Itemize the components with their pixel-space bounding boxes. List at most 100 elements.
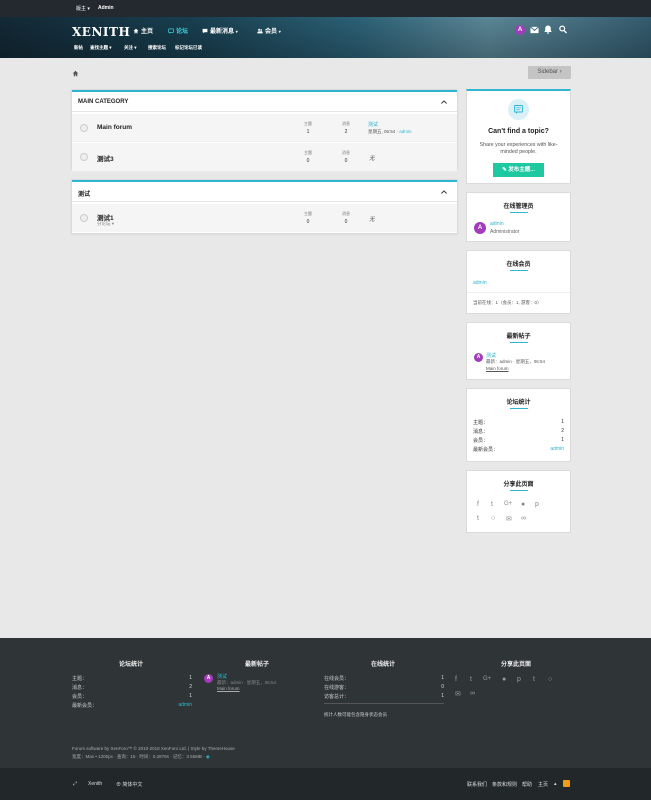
- staff-avatar[interactable]: A: [474, 222, 486, 234]
- category-title[interactable]: 测试: [78, 189, 90, 198]
- facebook-icon[interactable]: f: [455, 676, 457, 683]
- arrow-up-icon[interactable]: ▴: [554, 781, 557, 787]
- footer-stat-value[interactable]: admin: [178, 702, 192, 708]
- threads-count: 1: [306, 129, 310, 135]
- link-icon[interactable]: ∞: [470, 690, 475, 697]
- forum-stats-widget: 论坛统计 主题： 1 消息： 2 会员： 1 最新会员： admin: [466, 388, 571, 462]
- title-underline: [510, 490, 528, 491]
- debug-icon[interactable]: ◉: [206, 754, 210, 759]
- nav-whats-new[interactable]: 最新消息 ▾: [202, 26, 238, 35]
- category-header: 测试: [72, 180, 457, 202]
- online-stats: 当前在线：1（会员：1, 游客：0）: [473, 300, 542, 305]
- nav-home[interactable]: 主页: [133, 26, 153, 35]
- forum-row: 测试1 分论坛 ▾ 主题 0 消息 0 无: [72, 204, 457, 232]
- staff-name[interactable]: admin: [490, 221, 504, 227]
- email-icon[interactable]: ✉: [455, 690, 461, 698]
- nav-forums[interactable]: 论坛: [168, 26, 188, 35]
- style-chooser[interactable]: Xenith: [88, 781, 102, 787]
- footer-post-avatar[interactable]: A: [204, 674, 213, 683]
- subnav-mark-read[interactable]: 标记论坛已读: [175, 45, 202, 51]
- forum-title[interactable]: 测试3: [97, 153, 114, 163]
- home-link[interactable]: 主页: [538, 781, 548, 788]
- tumblr-icon[interactable]: t: [477, 515, 479, 522]
- whatsapp-icon[interactable]: ○: [491, 515, 495, 522]
- globe-icon: ⊕: [116, 782, 122, 788]
- widget-title: 在线管理员: [503, 204, 534, 210]
- copyright: Forum software by XenForo™ © 2010-2018 X…: [72, 746, 235, 751]
- link-icon[interactable]: ∞: [521, 515, 526, 522]
- post-thread-label: 发布主题...: [508, 167, 535, 173]
- cant-find-widget: Can't find a topic? Share your experienc…: [466, 89, 571, 184]
- footer-stat: 主题： 1: [72, 675, 192, 682]
- category-header: MAIN CATEGORY: [72, 90, 457, 112]
- post-avatar[interactable]: A: [474, 353, 483, 362]
- user-avatar[interactable]: A: [515, 25, 525, 35]
- footer-latest-forum[interactable]: Main forum: [217, 686, 240, 691]
- chevron-up-icon[interactable]: [441, 100, 447, 104]
- category-main: MAIN CATEGORY Main forum 主题 1 消息 2 测试 星期…: [71, 89, 458, 171]
- messages-label: 消息: [342, 121, 350, 126]
- expand-icon[interactable]: ⤢: [73, 781, 77, 787]
- title-underline: [510, 408, 528, 409]
- latest-post-title[interactable]: 测试: [486, 352, 496, 359]
- site-logo[interactable]: XENITH: [72, 25, 130, 39]
- subforum-link[interactable]: 分论坛 ▾: [97, 221, 114, 227]
- pinterest-icon[interactable]: p: [517, 676, 521, 683]
- nav-forums-label: 论坛: [176, 29, 189, 35]
- twitter-icon[interactable]: t: [470, 676, 472, 683]
- nav-members[interactable]: 会员 ▾: [257, 26, 281, 35]
- email-icon[interactable]: ✉: [506, 515, 512, 523]
- reddit-icon[interactable]: ●: [502, 676, 506, 683]
- forum-status-icon: [80, 153, 88, 161]
- footer-latest-post[interactable]: 测试: [217, 673, 227, 680]
- footer-latest-title: 最新帖子: [244, 662, 269, 668]
- staff-role: Administrator: [490, 229, 520, 235]
- whatsapp-icon[interactable]: ○: [548, 676, 552, 683]
- chevron-right-icon: ›: [559, 69, 562, 75]
- language-chooser[interactable]: ⊕ 简体中文: [116, 781, 142, 788]
- subnav-search-forums[interactable]: 搜索论坛: [148, 45, 166, 51]
- admin-link[interactable]: Admin: [98, 5, 114, 11]
- latest-post-forum[interactable]: Main forum: [486, 366, 509, 371]
- forum-title[interactable]: Main forum: [97, 124, 132, 131]
- bell-icon[interactable]: [544, 25, 552, 34]
- last-post-title[interactable]: 测试: [368, 121, 378, 128]
- footer-stat-value: 1: [189, 675, 192, 681]
- search-icon[interactable]: [559, 25, 567, 34]
- contact-link[interactable]: 联系我们: [467, 781, 487, 788]
- chevron-down-icon: ▾: [235, 29, 238, 34]
- subnav-watched[interactable]: 关注 ▾: [124, 45, 137, 51]
- footer-online-label: 访客总计：: [324, 694, 350, 700]
- home-icon[interactable]: [72, 70, 79, 77]
- google-plus-icon[interactable]: G+: [483, 676, 491, 682]
- online-member-name[interactable]: admin: [473, 280, 487, 286]
- terms-link[interactable]: 条款和规则: [492, 781, 517, 788]
- moderator-menu[interactable]: 版主 ▾: [76, 5, 90, 12]
- rss-icon[interactable]: [563, 780, 570, 787]
- facebook-icon[interactable]: f: [477, 501, 479, 508]
- stat-value: 1: [561, 419, 564, 425]
- category-title[interactable]: MAIN CATEGORY: [78, 99, 128, 105]
- stat-threads: 主题： 1: [473, 419, 564, 426]
- envelope-icon[interactable]: [530, 26, 539, 34]
- google-plus-icon[interactable]: G+: [504, 501, 512, 507]
- tumblr-icon[interactable]: t: [533, 676, 535, 683]
- messages-count: 0: [344, 219, 348, 225]
- forum-row: Main forum 主题 1 消息 2 测试 星期五, 06:54 · adm…: [72, 114, 457, 142]
- subnav-find-threads[interactable]: 查找主题 ▾: [90, 45, 112, 51]
- post-thread-button[interactable]: ✎ 发布主题...: [493, 163, 544, 177]
- debug-info: 宽度：Max • 1200px · 查询：15 · 时间：0.2878s · 记…: [72, 754, 210, 760]
- reddit-icon[interactable]: ●: [521, 501, 525, 508]
- sidebar-toggle-button[interactable]: Sidebar ›: [528, 66, 571, 79]
- pinterest-icon[interactable]: p: [535, 501, 539, 508]
- twitter-icon[interactable]: t: [491, 501, 493, 508]
- stat-value[interactable]: admin: [550, 446, 564, 452]
- nav-members-label: 会员: [265, 29, 278, 35]
- threads-count: 0: [306, 219, 310, 225]
- chevron-down-icon: ▾: [278, 29, 281, 34]
- subforum-label: 分论坛: [97, 221, 111, 226]
- subnav-new-posts[interactable]: 新帖: [74, 45, 83, 51]
- chevron-up-icon[interactable]: [441, 190, 447, 194]
- help-link[interactable]: 帮助: [522, 781, 532, 788]
- last-post-user[interactable]: admin: [399, 129, 411, 134]
